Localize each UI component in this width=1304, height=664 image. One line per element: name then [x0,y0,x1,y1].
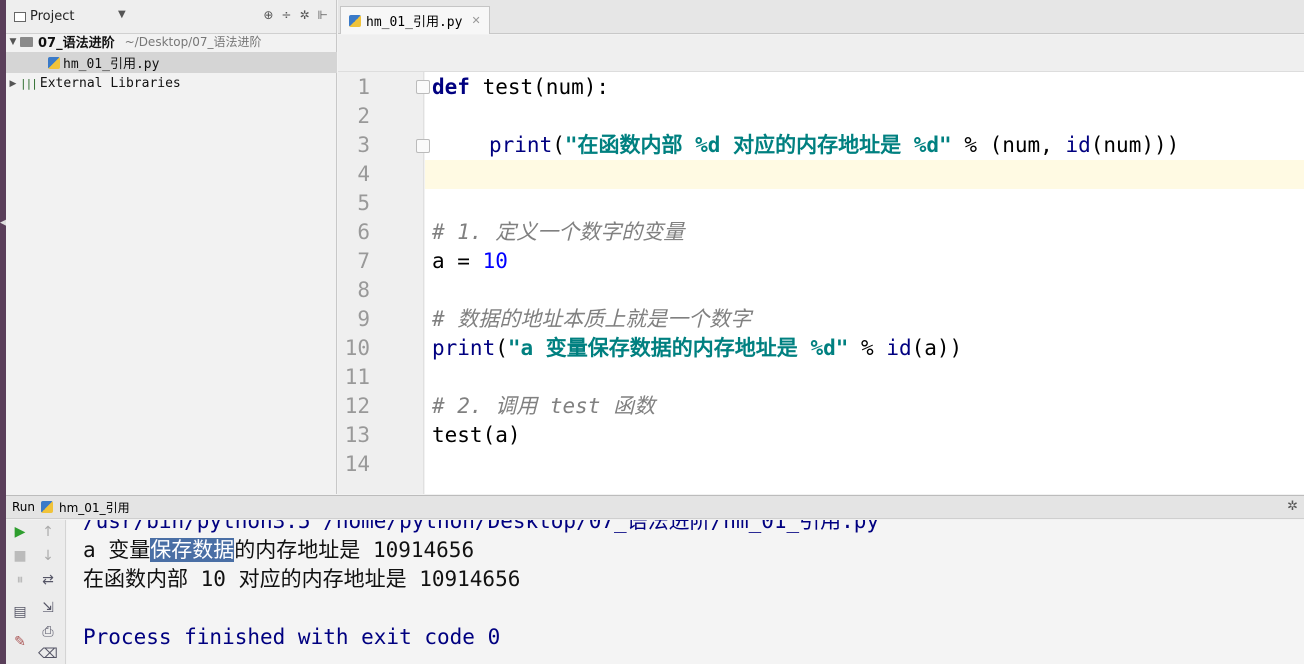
code-line-1: def test(num): [432,75,610,99]
pin-icon[interactable]: ✎ [10,634,30,650]
line-number: 12 [344,394,370,418]
root-folder-name: 07_语法进阶 [38,36,115,51]
project-view-selector[interactable]: Project [14,9,74,24]
line-number: 8 [357,278,370,302]
python-file-icon [41,501,54,513]
project-panel: Project ▼ ⊕ ÷ ✲ ⊩ ▼ 07_语法进阶 ~/Desktop/07… [6,0,337,494]
line-number: 4 [357,162,370,186]
arrow-up-icon[interactable]: ↑ [38,524,58,540]
print-icon[interactable]: ⎙ [38,624,58,640]
line-number: 11 [344,365,370,389]
code-line-10: print("a 变量保存数据的内存地址是 %d" % id(a)) [432,336,963,360]
rerun-icon[interactable]: ▶ [10,524,30,540]
project-toolbar: Project ▼ ⊕ ÷ ✲ ⊩ [6,0,336,34]
project-tools: ⊕ ÷ ✲ ⊩ [263,8,328,22]
console-exit-line: Process finished with exit code 0 [83,625,501,649]
fold-end-icon[interactable] [416,139,430,153]
editor-tab-bar: hm_01_引用.py ✕ [338,0,1304,34]
run-label: Run [12,500,36,514]
trash-icon[interactable]: ⌫ [38,646,58,662]
run-panel-header: Run hm_01_引用 ✲ [6,495,1304,519]
code-line-6: # 1. 定义一个数字的变量 [432,220,685,244]
close-icon[interactable]: ✕ [471,14,480,27]
layout-icon[interactable]: ▤ [10,604,30,620]
fold-start-icon[interactable] [416,80,430,94]
stop-icon[interactable]: ■ [10,548,30,564]
current-line-highlight [425,160,1304,189]
line-number: 14 [344,452,370,476]
line-number: 7 [357,249,370,273]
console-output-line-2: 在函数内部 10 对应的内存地址是 10914656 [83,567,521,591]
tree-external-libraries[interactable]: ▶ ||| External Libraries [6,73,337,94]
line-number: 10 [344,336,370,360]
line-number: 5 [357,191,370,215]
wrap-icon[interactable]: ⇄ [38,572,58,588]
line-number: 6 [357,220,370,244]
code-line-7: a = 10 [432,249,508,273]
code-line-3: print("在函数内部 %d 对应的内存地址是 %d" % (num, id(… [489,133,1180,157]
sync-icon[interactable]: ⊕ [263,8,273,22]
scroll-end-icon[interactable]: ⇲ [38,600,58,616]
line-number: 2 [357,104,370,128]
gear-icon[interactable]: ✲ [299,8,309,22]
python-file-icon [48,56,60,69]
run-toolbar: ▶ ↑ ■ ↓ ⏸ ⇄ ▤ ⇲ ⎙ ✎ ⌫ [6,520,66,664]
console-output[interactable]: /usr/bin/python3.5 /home/python/Desktop/… [67,520,1304,664]
tree-root-folder[interactable]: ▼ 07_语法进阶 ~/Desktop/07_语法进阶 [6,31,337,52]
file-name: hm_01_引用.py [63,57,160,72]
line-number: 9 [357,307,370,331]
chevron-down-icon[interactable]: ▼ [118,9,126,20]
code-line-12: # 2. 调用 test 函数 [432,394,656,418]
tree-file-item[interactable]: hm_01_引用.py [6,52,337,73]
root-folder-path: ~/Desktop/07_语法进阶 [124,35,262,49]
python-file-icon [349,14,361,27]
editor-tab-active[interactable]: hm_01_引用.py ✕ [340,6,490,34]
gear-icon[interactable]: ✲ [1287,499,1298,514]
pause-icon[interactable]: ⏸ [10,572,30,588]
line-number: 3 [357,133,370,157]
run-config-name[interactable]: hm_01_引用 [59,499,130,516]
selected-text: 保存数据 [150,538,235,562]
editor-breadcrumb-bar [338,35,1304,72]
line-number: 1 [357,75,370,99]
code-line-13: test(a) [432,423,521,447]
console-output-line-1: a 变量保存数据的内存地址是 10914656 [83,538,475,562]
collapse-all-icon[interactable]: ÷ [281,8,291,22]
console-command-line: /usr/bin/python3.5 /home/python/Desktop/… [83,520,880,533]
expanded-triangle-icon[interactable]: ▼ [6,37,20,47]
project-view-icon [14,11,26,22]
line-number: 13 [344,423,370,447]
hide-panel-icon[interactable]: ⊩ [318,8,328,22]
collapsed-triangle-icon[interactable]: ▶ [6,79,20,89]
tab-label: hm_01_引用.py [366,15,463,30]
arrow-down-icon[interactable]: ↓ [38,548,58,564]
project-title: Project [30,9,75,24]
code-line-9: # 数据的地址本质上就是一个数字 [432,307,752,331]
external-libraries-label: External Libraries [39,76,181,91]
libraries-icon: ||| [20,77,38,90]
folder-icon [20,36,33,47]
